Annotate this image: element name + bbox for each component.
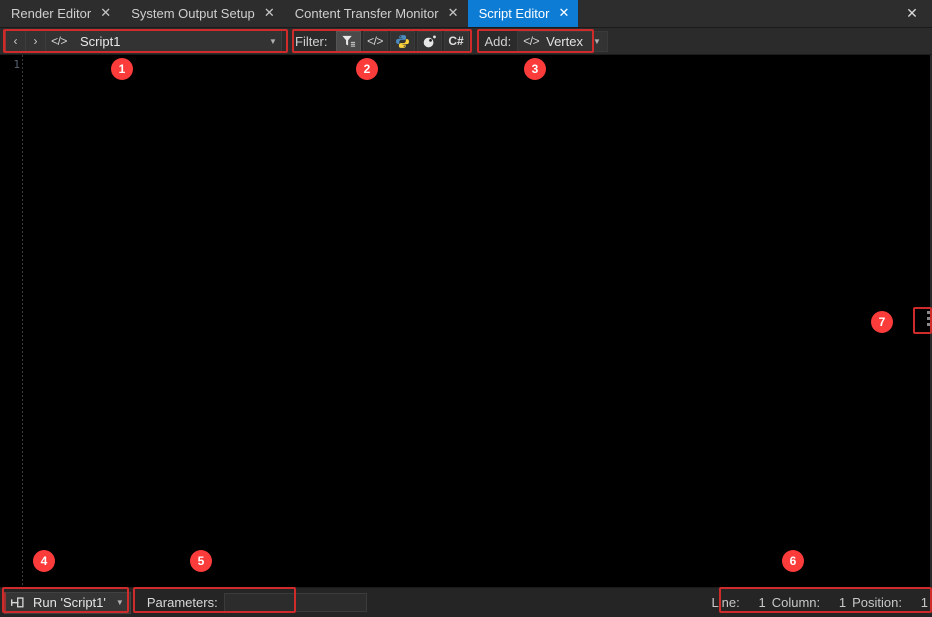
filter-funnel-icon[interactable] [335,30,361,52]
run-script-label: Run 'Script1' [33,595,106,610]
line-label: Line: [711,595,740,610]
tab-label: System Output Setup [131,6,255,21]
grip-dot [927,311,930,314]
editor-area: 1 [0,55,932,587]
tab-script-editor[interactable]: Script Editor ✕ [467,0,579,27]
panel-resize-grip[interactable] [925,306,932,331]
close-icon[interactable]: ✕ [558,7,569,20]
tab-label: Render Editor [11,6,92,21]
add-group: Add: </> Vertex ▼ [482,30,608,52]
tab-render-editor[interactable]: Render Editor ✕ [0,0,120,27]
line-number: 1 [13,58,20,71]
filter-group: Filter: </> C# [292,30,469,52]
tab-label: Content Transfer Monitor [294,6,439,21]
code-script-icon: </> [51,34,67,48]
parameters-label: Parameters: [146,595,218,610]
window-close-icon[interactable]: ✕ [892,0,932,27]
csharp-label: C# [448,34,464,48]
grip-dot [927,317,930,320]
csharp-icon[interactable]: C# [443,30,469,52]
parameters-input[interactable] [223,593,367,612]
code-text-input[interactable] [23,55,930,587]
chevron-down-icon[interactable]: ▼ [589,37,605,46]
column-value: 1 [838,595,847,610]
close-icon[interactable]: ✕ [448,7,459,20]
filter-label: Filter: [295,33,328,49]
add-label: Add: [484,33,512,49]
run-script-button[interactable]: Run 'Script1' ▼ [4,591,131,614]
position-label: Position: [852,595,902,610]
close-icon[interactable]: ✕ [100,7,111,20]
add-type-value: Vertex [546,33,583,49]
add-type-dropdown[interactable]: </> Vertex ▼ [517,30,608,52]
tab-label: Script Editor [478,6,550,21]
script-name-value: Script1 [80,33,121,49]
toolbar: ‹ › </> Script1 ▼ Filter: </> C# Add: </… [0,28,932,55]
chevron-down-icon[interactable]: ▼ [112,598,128,607]
close-icon[interactable]: ✕ [264,7,275,20]
lua-icon[interactable] [416,30,442,52]
code-script-filter-icon[interactable]: </> [362,30,388,52]
tab-bar-spacer [578,0,892,27]
status-info: Line: 1 Column: 1 Position: 1 [706,595,932,610]
nav-forward-icon[interactable]: › [26,31,46,51]
python-icon[interactable] [389,30,415,52]
chevron-down-icon[interactable]: ▼ [265,37,281,46]
tab-content-transfer-monitor[interactable]: Content Transfer Monitor ✕ [284,0,468,27]
position-value: 1 [920,595,928,610]
tab-system-output-setup[interactable]: System Output Setup ✕ [120,0,284,27]
script-selector[interactable]: ‹ › </> Script1 ▼ [4,30,282,52]
grip-dot [927,323,930,326]
script-editor-window: Render Editor ✕ System Output Setup ✕ Co… [0,0,932,617]
parameters-group: Parameters: [147,593,367,612]
column-label: Column: [771,595,821,610]
run-script-icon [10,596,25,609]
nav-back-icon[interactable]: ‹ [6,31,26,51]
code-icon-glyph: </> [367,34,383,48]
line-value: 1 [758,595,766,610]
bottom-bar: Run 'Script1' ▼ Parameters: Line: 1 Colu… [0,587,932,617]
code-script-icon: </> [523,34,540,48]
tab-bar: Render Editor ✕ System Output Setup ✕ Co… [0,0,932,28]
line-number-gutter: 1 [0,55,22,587]
